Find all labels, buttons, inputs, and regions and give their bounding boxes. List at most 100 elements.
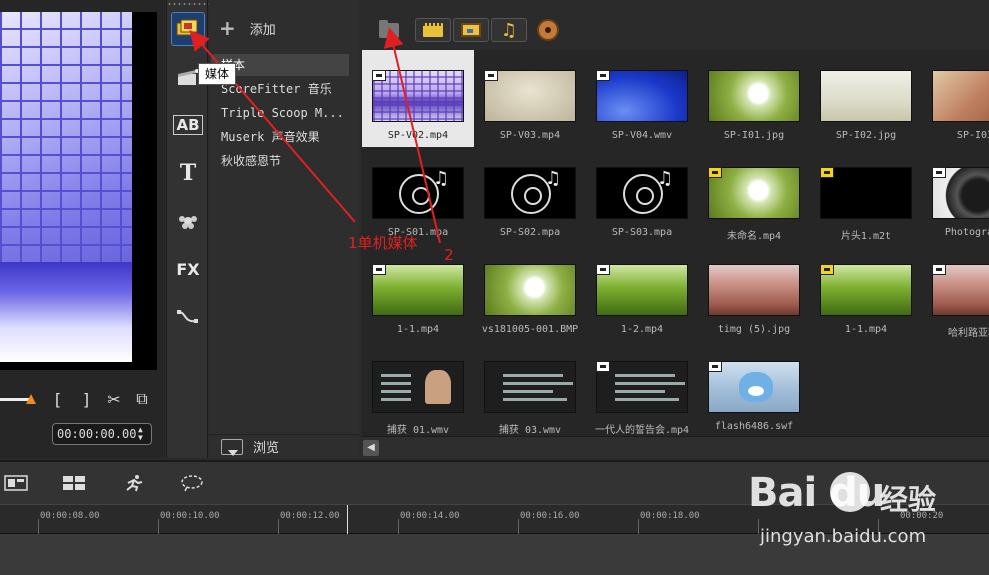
- thumbnail-image: [820, 70, 912, 122]
- doc-text-line: [615, 374, 675, 377]
- transition-button[interactable]: AB: [171, 108, 205, 142]
- media-thumbnail[interactable]: SP-I02.jpg: [810, 50, 922, 147]
- media-thumbnail[interactable]: ♫ SP-S02.mpa: [474, 147, 586, 244]
- title-button[interactable]: T: [171, 156, 205, 190]
- media-tooltip: 媒体: [198, 63, 237, 85]
- thumbnail-label: 捕获 03.wmv: [498, 425, 562, 436]
- thumbnail-image: [708, 70, 800, 122]
- media-thumbnail[interactable]: SP-I01.jpg: [698, 50, 810, 147]
- graphic-button[interactable]: [171, 204, 205, 238]
- watermark-url: jingyan.baidu.com: [760, 526, 927, 547]
- media-thumbnail[interactable]: flash6486.swf: [698, 341, 810, 436]
- doc-text-line: [615, 390, 665, 393]
- video-badge-icon: [932, 264, 946, 275]
- media-thumbnail[interactable]: ♫ SP-S03.mpa: [586, 147, 698, 244]
- thumbnail-label: timg (5).jpg: [717, 324, 791, 335]
- path-button[interactable]: [171, 300, 205, 334]
- media-thumbnail[interactable]: 未命名.mp4: [698, 147, 810, 244]
- scrubber-handle[interactable]: [26, 394, 36, 404]
- mark-out-button[interactable]: ]: [76, 388, 96, 410]
- media-button[interactable]: [171, 12, 205, 46]
- tick-label: 00:00:18.00: [640, 511, 700, 521]
- tick-label: 00:00:12.00: [280, 511, 340, 521]
- tick-label: 00:00:10.00: [160, 511, 220, 521]
- playhead[interactable]: [347, 505, 348, 535]
- speed-button[interactable]: [120, 472, 148, 494]
- timecode-spinner-icon[interactable]: ▲ ▼: [138, 426, 148, 442]
- media-thumbnail[interactable]: 1-2.mp4: [586, 244, 698, 341]
- reel-button[interactable]: [535, 18, 561, 42]
- video-badge-icon: [820, 264, 834, 275]
- folder-icon: [379, 19, 399, 38]
- thumbnail-label: 1-2.mp4: [620, 324, 664, 335]
- thumbnail-label: 一代人的誓告会.mp4: [594, 425, 690, 436]
- thumbnail-label: 片头1.m2t: [840, 231, 892, 242]
- doc-text-line: [503, 382, 573, 385]
- film-slate-icon: [178, 69, 199, 85]
- media-thumbnail[interactable]: SP-I03.: [922, 50, 989, 147]
- media-thumbnail[interactable]: 1-1.mp4: [362, 244, 474, 341]
- running-man-icon: [126, 475, 143, 492]
- video-badge-icon: [708, 361, 722, 372]
- thumbnail-label: 哈利路亚秋收: [948, 328, 989, 339]
- show-video-button[interactable]: [415, 18, 451, 42]
- folder-item-muserk[interactable]: Muserk 声音效果: [211, 126, 349, 148]
- graphic-icon: [179, 216, 197, 229]
- media-thumbnail[interactable]: SP-V03.mp4: [474, 50, 586, 147]
- timeline-view-button[interactable]: [60, 472, 88, 494]
- media-thumbnail[interactable]: SP-V02.mp4: [362, 50, 474, 147]
- person-icon: [425, 370, 451, 404]
- media-thumbnail[interactable]: Photography: [922, 147, 989, 244]
- video-badge-icon: [596, 361, 610, 372]
- media-thumbnail[interactable]: ♫ SP-S01.mpa: [362, 147, 474, 244]
- show-photo-button[interactable]: [453, 18, 489, 42]
- library-scrollbar[interactable]: ◀: [361, 436, 989, 458]
- doc-text-line: [615, 382, 685, 385]
- media-thumbnail[interactable]: 一代人的誓告会.mp4: [586, 341, 698, 436]
- media-thumbnail[interactable]: timg (5).jpg: [698, 244, 810, 341]
- thumbnail-label: SP-V02.mp4: [387, 130, 449, 141]
- lasso-icon: [181, 475, 203, 492]
- thumbnail-label: SP-S02.mpa: [499, 227, 561, 238]
- thumbnail-label: SP-I01.jpg: [723, 130, 785, 141]
- thumbnail-image: [484, 361, 576, 413]
- thumbnail-label: SP-I03.: [956, 130, 989, 141]
- thumbnail-label: SP-V04.wmv: [611, 130, 673, 141]
- thumbnail-image: ♫: [372, 167, 464, 219]
- scroll-left-icon[interactable]: ◀: [363, 440, 379, 456]
- thumbnail-image: [708, 264, 800, 316]
- media-thumbnail[interactable]: 1-1.mp4: [810, 244, 922, 341]
- music-note-icon: ♫: [657, 168, 674, 189]
- thumbnail-label: vs181005-001.BMP: [481, 324, 579, 335]
- motion-button[interactable]: [178, 472, 206, 494]
- media-thumbnail[interactable]: 捕获 01.wmv: [362, 341, 474, 436]
- add-folder-button[interactable]: + 添加: [219, 16, 276, 40]
- import-folder-button[interactable]: [377, 18, 401, 42]
- folder-item-harvest[interactable]: 秋收感恩节: [211, 150, 349, 172]
- enlarge-icon[interactable]: ⧉: [132, 388, 152, 410]
- doc-text-line: [381, 390, 411, 393]
- media-thumbnail[interactable]: 捕获 03.wmv: [474, 341, 586, 436]
- annotation-label-2: 2: [444, 246, 454, 264]
- music-note-icon: ♫: [545, 168, 562, 189]
- media-thumbnail[interactable]: 片头1.m2t: [810, 147, 922, 244]
- mark-in-button[interactable]: [: [48, 388, 68, 410]
- video-badge-icon: [596, 264, 610, 275]
- browse-button[interactable]: 浏览: [209, 434, 359, 458]
- folder-item-triple-scoop[interactable]: Triple Scoop M...: [211, 102, 349, 124]
- media-thumbnail[interactable]: SP-V04.wmv: [586, 50, 698, 147]
- title-t-icon: T: [179, 160, 197, 186]
- filter-button[interactable]: FX: [171, 252, 205, 286]
- show-audio-button[interactable]: ♫: [491, 18, 527, 42]
- media-thumbnail[interactable]: 哈利路亚秋收: [922, 244, 989, 341]
- thumbnail-image: [484, 264, 576, 316]
- ab-transition-icon: AB: [173, 115, 203, 135]
- cartoon-bear-icon: [739, 372, 773, 402]
- timecode-field[interactable]: 00:00:00.00 ▲ ▼: [52, 423, 152, 445]
- media-thumbnail[interactable]: vs181005-001.BMP: [474, 244, 586, 341]
- storyboard-view-button[interactable]: [2, 472, 30, 494]
- video-filter-icon: [423, 23, 443, 37]
- photo-filter-icon: [461, 23, 481, 37]
- scissors-icon[interactable]: ✂: [104, 388, 124, 410]
- storyboard-icon: [4, 475, 28, 491]
